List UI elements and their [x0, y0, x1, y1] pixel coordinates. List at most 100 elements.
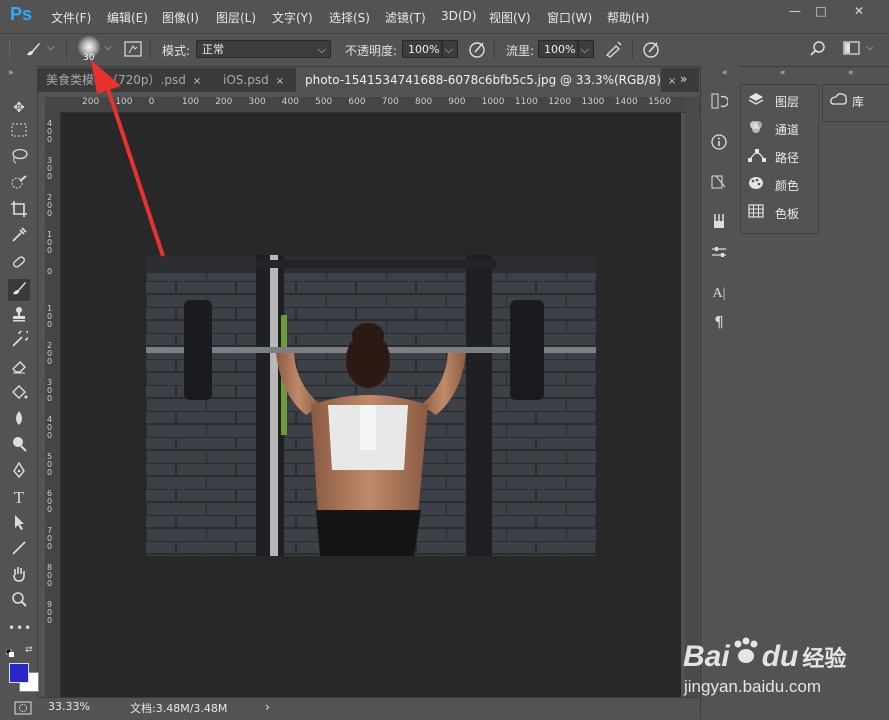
tab-label: photo-1541534741688-6078c6bfb5c5.jpg @ 3…	[305, 73, 661, 87]
airbrush-icon[interactable]	[604, 39, 624, 59]
panel-label: 库	[852, 95, 865, 109]
search-icon[interactable]	[808, 39, 828, 59]
ruler-tick-label: 900	[47, 600, 53, 625]
quick-mask-icon[interactable]	[14, 701, 32, 715]
properties-panel-icon[interactable]	[709, 173, 729, 193]
collapse-panels-icon[interactable]: «	[848, 68, 854, 78]
pen-tool-icon[interactable]	[8, 461, 30, 483]
zoom-level[interactable]: 33.33%	[48, 700, 90, 713]
panel-color[interactable]: 颜色	[748, 175, 799, 197]
pressure-size-icon[interactable]	[642, 39, 662, 59]
collapse-panels-icon[interactable]: «	[722, 68, 728, 78]
menu-file[interactable]: 文件(F)	[51, 9, 91, 26]
history-panel-icon[interactable]	[709, 92, 729, 112]
eraser-tool-icon[interactable]	[8, 357, 30, 379]
vertical-ruler[interactable]: 400 300 200 100 0 100 200 300 400 500 600 700 800 900	[45, 112, 61, 697]
crop-tool-icon[interactable]	[8, 200, 30, 222]
opacity-dropdown[interactable]: ⌵	[442, 40, 458, 58]
panel-swatches[interactable]: 色板	[748, 203, 799, 225]
brush-settings-panel-icon[interactable]	[709, 212, 729, 232]
close-icon[interactable]: ×	[668, 76, 676, 87]
menu-layer[interactable]: 图层(L)	[216, 9, 256, 26]
pressure-opacity-icon[interactable]	[468, 39, 488, 59]
channels-icon	[748, 120, 766, 142]
mode-select[interactable]: 正常 ⌵	[196, 40, 331, 58]
zoom-tool-icon[interactable]	[8, 591, 30, 613]
panel-paths[interactable]: 路径	[748, 147, 799, 169]
close-icon[interactable]: ×	[276, 76, 284, 87]
options-grip[interactable]	[9, 40, 13, 60]
ruler-tick-label: 1200	[548, 97, 572, 107]
line-tool-icon[interactable]	[8, 539, 30, 561]
watermark-du: du	[761, 640, 799, 673]
close-icon[interactable]: ×	[193, 76, 201, 87]
quick-select-tool-icon[interactable]	[8, 174, 30, 196]
menu-select[interactable]: 选择(S)	[329, 9, 370, 26]
info-panel-icon[interactable]	[709, 133, 729, 153]
history-brush-tool-icon[interactable]	[8, 329, 30, 353]
ruler-tick-label: 200	[47, 193, 53, 218]
panel-label: 通道	[775, 123, 800, 137]
tab-overflow-icon[interactable]: »	[680, 72, 687, 86]
menu-help[interactable]: 帮助(H)	[607, 9, 649, 26]
ruler-tick-label: 100	[47, 230, 53, 255]
hand-tool-icon[interactable]	[8, 565, 30, 587]
swap-colors-icon[interactable]: ⇄	[25, 645, 35, 655]
foreground-color-swatch[interactable]	[9, 663, 29, 683]
marquee-tool-icon[interactable]	[8, 122, 30, 144]
lasso-tool-icon[interactable]	[8, 148, 30, 170]
paint-bucket-tool-icon[interactable]	[8, 383, 30, 405]
vertical-scrollbar[interactable]	[685, 97, 699, 697]
libraries-icon	[830, 92, 848, 114]
eyedropper-tool-icon[interactable]	[8, 226, 30, 248]
menu-image[interactable]: 图像(I)	[162, 9, 199, 26]
flow-input[interactable]: 100%	[538, 40, 578, 58]
ruler-tick-label: 200	[215, 97, 233, 107]
move-tool-icon[interactable]: ✥	[8, 97, 30, 119]
dodge-tool-icon[interactable]	[8, 435, 30, 457]
healing-brush-tool-icon[interactable]	[8, 253, 30, 275]
maximize-button[interactable]: □	[810, 2, 832, 20]
document-image[interactable]	[146, 255, 596, 556]
brush-tool-icon[interactable]	[8, 279, 30, 301]
panel-channels[interactable]: 通道	[748, 119, 799, 141]
workspace-icon[interactable]	[843, 40, 861, 56]
opacity-input[interactable]: 100%	[402, 40, 442, 58]
workspace-chevron-icon[interactable]: ⌵	[866, 42, 874, 53]
paragraph-panel-icon[interactable]: ¶	[709, 312, 729, 332]
type-tool-icon[interactable]: T	[8, 487, 30, 509]
tab-label: iOS.psd	[223, 73, 269, 87]
menu-view[interactable]: 视图(V)	[489, 9, 531, 26]
tab-ios[interactable]: iOS.psd ×	[214, 68, 292, 92]
collapse-panels-icon[interactable]: «	[780, 68, 786, 78]
character-panel-icon[interactable]: A|	[709, 284, 729, 304]
panel-libraries[interactable]: 库	[830, 91, 864, 113]
brush-picker-chevron-icon[interactable]: ⌵	[104, 42, 112, 53]
menu-type[interactable]: 文字(Y)	[272, 9, 313, 26]
ruler-tick-label: 700	[47, 526, 53, 551]
clone-stamp-tool-icon[interactable]	[8, 305, 30, 327]
chevron-down-icon: ⌵	[317, 43, 326, 56]
flow-label: 流里:	[506, 44, 535, 58]
panel-layers[interactable]: 图层	[748, 91, 799, 113]
photoshop-logo: Ps	[10, 4, 33, 24]
status-menu-arrow[interactable]: ›	[265, 700, 270, 714]
preset-chevron-icon[interactable]: ⌵	[47, 42, 55, 53]
blur-tool-icon[interactable]	[8, 409, 30, 431]
default-colors-icon[interactable]	[5, 646, 14, 657]
brush-tool-preset-icon[interactable]	[24, 39, 42, 59]
brush-panel-toggle-icon[interactable]	[124, 40, 142, 58]
more-tools-icon[interactable]: •••	[8, 617, 31, 639]
adjustments-panel-icon[interactable]	[709, 243, 729, 263]
flow-dropdown[interactable]: ⌵	[578, 40, 594, 58]
path-selection-tool-icon[interactable]	[8, 513, 30, 535]
menu-edit[interactable]: 编辑(E)	[107, 9, 148, 26]
menu-filter[interactable]: 滤镜(T)	[385, 9, 426, 26]
ruler-tick-label: 300	[47, 378, 53, 403]
close-window-button[interactable]: ✕	[848, 2, 870, 20]
toolbox-collapse-icon[interactable]: »	[8, 68, 14, 78]
menu-window[interactable]: 窗口(W)	[547, 9, 592, 26]
tab-photo[interactable]: photo-1541534741688-6078c6bfb5c5.jpg @ 3…	[296, 68, 676, 92]
minimize-button[interactable]: —	[784, 2, 806, 20]
menu-3d[interactable]: 3D(D)	[441, 9, 476, 23]
